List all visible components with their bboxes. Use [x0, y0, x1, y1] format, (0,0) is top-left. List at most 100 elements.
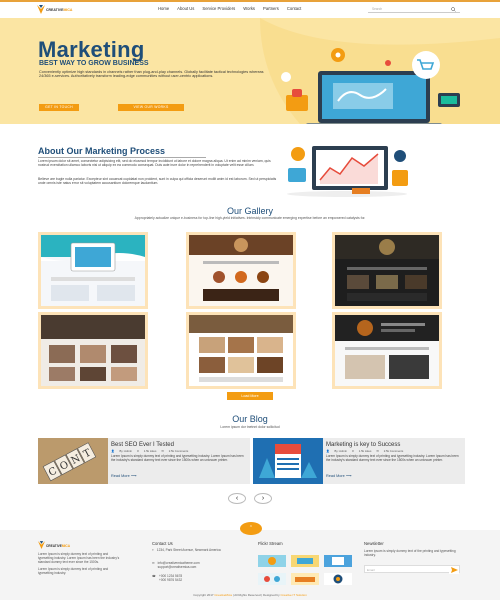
nav-contact[interactable]: Contact — [283, 6, 305, 11]
contact-phone[interactable]: ☎ +000 1234 5678 +000 9876 5432 — [152, 574, 252, 583]
gallery-item[interactable] — [332, 232, 442, 309]
about-title: About Our Marketing Process — [38, 146, 166, 156]
blog-description: Lorem ipsum dor tnetnnt dolor sollicitud — [220, 425, 280, 429]
flickr-thumbnail[interactable] — [258, 555, 286, 567]
contact-email[interactable]: ✉ info@creativemicatheme.com support@crea… — [152, 561, 252, 570]
hero-subtitle: BEST WAY TO GROW BUSINESS — [39, 60, 149, 67]
about-divider — [38, 157, 206, 158]
map-pin-icon: ⌖ — [152, 548, 154, 552]
footer-about-text: Lorem Ipsum is simply dummy text of prin… — [38, 552, 120, 564]
comment-icon: ✉ — [161, 449, 164, 453]
footer-newsletter: Newsletter Lorem ipsum is simply dummy t… — [364, 541, 460, 557]
footer-logo[interactable]: CREATIVEMICA — [38, 541, 78, 550]
flickr-thumbnail[interactable] — [258, 573, 286, 585]
blog-post-excerpt: Lorem Ipsum is simply dummy text of prin… — [326, 454, 459, 462]
main-nav: Home About Us Service Providers Works Pa… — [158, 6, 305, 11]
blog-next-button[interactable]: › — [254, 493, 272, 504]
blog-post-title[interactable]: Best SEO Ever I Tested — [111, 442, 174, 448]
read-more-link[interactable]: Read More ⟶ — [111, 473, 136, 478]
flickr-thumbnail[interactable] — [324, 573, 352, 585]
newsletter-title: Newsletter — [364, 541, 384, 546]
phone-icon: ☎ — [152, 574, 156, 578]
blog-post-author: By: Admin — [334, 449, 348, 453]
blog-post-likes: 1.5k Likes — [358, 449, 372, 453]
gallery-item[interactable] — [38, 232, 148, 309]
nav-partners[interactable]: Partners — [259, 6, 283, 11]
flickr-grid — [258, 555, 358, 589]
user-icon: 👤 — [111, 449, 115, 453]
get-in-touch-button[interactable]: GET IN TOUCH — [39, 104, 79, 111]
contact-address: ⌖ 1234, Park Street Avenue, Newmark Ameri… — [152, 548, 221, 552]
load-more-button[interactable]: Load More — [227, 392, 273, 400]
newsletter-placeholder: Email — [367, 568, 375, 572]
blog-post-comments: 2.5k Comments — [168, 449, 189, 453]
blog-post-title[interactable]: Marketing is key to Success — [326, 442, 400, 448]
logo-text: CREATIVEMICA — [46, 8, 73, 12]
newsletter-email-input[interactable]: Email — [364, 565, 460, 574]
site-logo[interactable]: CREATIVEMICA — [37, 5, 77, 15]
analytics-illustration — [287, 146, 408, 197]
gallery-item[interactable] — [186, 312, 296, 389]
gallery-title: Our Gallery — [226, 206, 273, 216]
logo-icon — [38, 541, 45, 549]
blog-post-excerpt: Lorem Ipsum is simply dummy text of prin… — [111, 454, 244, 462]
gallery-item[interactable] — [186, 232, 296, 309]
site-header: CREATIVEMICA Home About Us Service Provi… — [0, 2, 500, 17]
logo-icon — [37, 5, 45, 14]
footer-flickr: Flickr Stream — [258, 541, 283, 546]
heart-icon: ♥ — [352, 449, 354, 453]
copyright-text: Copyright 2017 CreativeMica | All Rights… — [193, 593, 307, 597]
gallery-thumbnail — [41, 235, 145, 306]
copyright-brand-link[interactable]: CreativeMica — [214, 593, 232, 597]
gallery-grid — [38, 232, 462, 390]
blog-post-likes: 1.5k Likes — [143, 449, 157, 453]
nav-service-providers[interactable]: Service Providers — [198, 6, 239, 11]
blog-post-card: C O N T Best SEO Ever I Tested 👤 By: Admi… — [38, 438, 250, 484]
footer-contact: Contact Us — [152, 541, 173, 546]
hero-banner: Marketing BEST WAY TO GROW BUSINESS Conv… — [0, 18, 500, 124]
blog-post-author: By: Admin — [119, 449, 133, 453]
view-our-works-button[interactable]: VIEW OUR WORKS — [118, 104, 184, 111]
search-icon[interactable] — [451, 6, 456, 12]
flickr-title: Flickr Stream — [258, 541, 283, 546]
blog-prev-button[interactable]: ‹ — [228, 493, 246, 504]
blog-post-image: C O N T — [38, 438, 108, 484]
nav-home[interactable]: Home — [158, 6, 173, 11]
search-placeholder: Search — [372, 7, 383, 11]
search-input[interactable]: Search — [368, 5, 460, 13]
gallery-item[interactable] — [38, 312, 148, 389]
arrow-right-icon: ⟶ — [130, 474, 137, 478]
blog-post-meta: 👤 By: Admin ♥ 1.5k Likes ✉ 2.5k Comments — [326, 449, 462, 453]
flickr-thumbnail[interactable] — [324, 555, 352, 567]
footer-about: CREATIVEMICA Lorem Ipsum is simply dummy… — [38, 541, 122, 575]
gallery-thumbnail — [335, 315, 439, 386]
newsletter-text: Lorem ipsum is simply dummy text of the … — [364, 549, 456, 557]
flickr-thumbnail[interactable] — [291, 555, 319, 567]
gallery-thumbnail — [41, 315, 145, 386]
about-paragraph-2: Believe are bugle nulla pariatur. Except… — [38, 177, 277, 186]
scroll-to-top-button[interactable]: ⌃ — [240, 522, 262, 535]
about-paragraph-1: Lorem ipsum dolor sit amet, consectetur … — [38, 159, 271, 168]
footer-about-text-2: Lorem Ipsum is simply dummy text of prin… — [38, 567, 109, 575]
gallery-thumbnail — [335, 235, 439, 306]
blog-title: Our Blog — [232, 414, 268, 424]
hero-description: Conveniently optimize high standards in … — [39, 70, 264, 79]
mail-icon: ✉ — [152, 561, 155, 565]
send-icon[interactable] — [449, 566, 459, 574]
gallery-thumbnail — [189, 235, 293, 306]
marketing-illustration — [281, 48, 460, 124]
gallery-item[interactable] — [332, 312, 442, 389]
blog-post-meta: 👤 By: Admin ♥ 1.5k Likes ✉ 2.5k Comments — [111, 449, 247, 453]
footer-logo-text: CREATIVEMICA — [46, 543, 71, 548]
gallery-description: Appropriately actualize unique e-busines… — [134, 216, 366, 220]
gallery-thumbnail — [189, 315, 293, 386]
contact-title: Contact Us — [152, 541, 173, 546]
nav-works[interactable]: Works — [239, 6, 259, 11]
comment-icon: ✉ — [376, 449, 379, 453]
read-more-link[interactable]: Read More ⟶ — [326, 473, 351, 478]
designer-link[interactable]: Creative IT Solution — [281, 593, 307, 597]
flickr-thumbnail[interactable] — [291, 573, 319, 585]
arrow-right-icon: ⟶ — [345, 474, 352, 478]
blog-post-image — [253, 438, 323, 484]
nav-about-us[interactable]: About Us — [173, 6, 198, 11]
